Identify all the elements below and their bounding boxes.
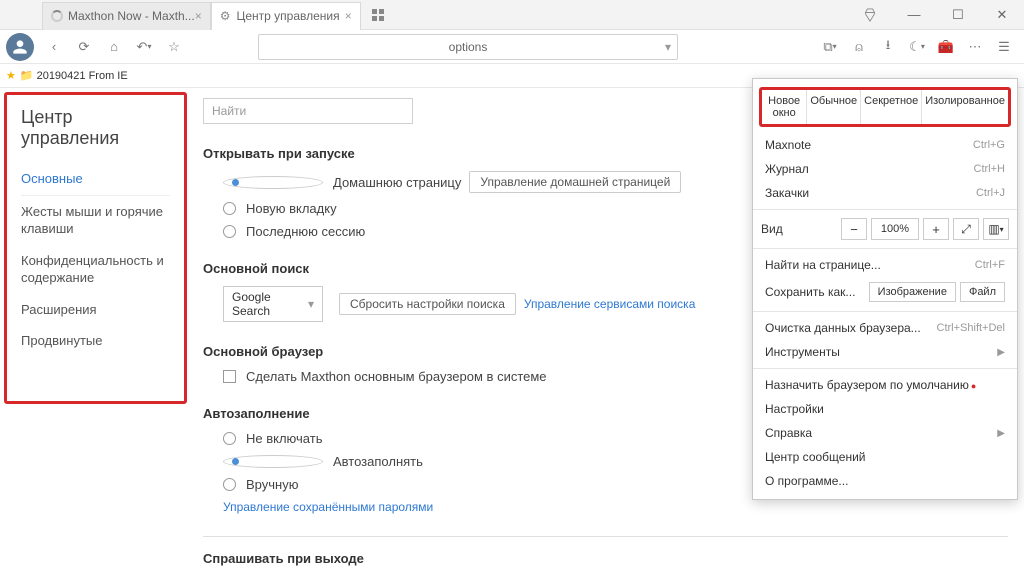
tab-label: Центр управления (237, 9, 340, 23)
zoom-out-button[interactable]: − (841, 218, 867, 240)
menu-default-browser[interactable]: Назначить браузером по умолчанию● (753, 373, 1017, 397)
zoom-in-button[interactable]: + (923, 218, 949, 240)
address-text: options (449, 40, 488, 54)
page-title: Центр управления (21, 107, 170, 149)
close-icon[interactable]: × (345, 9, 352, 23)
new-window-private[interactable]: Секретное (861, 90, 922, 124)
loading-spinner-icon (51, 10, 63, 22)
minimize-button[interactable]: — (892, 0, 936, 30)
fullscreen-button[interactable]: ⤢ (953, 218, 979, 240)
undo-button[interactable]: ↶▾ (130, 33, 158, 61)
sidebar-item-general[interactable]: Основные (21, 163, 170, 195)
search-engine-select[interactable]: Google Search▾ (223, 286, 323, 322)
new-window-group: Новое окно Обычное Секретное Изолированн… (759, 87, 1011, 127)
menu-view-zoom: Вид − 100% + ⤢ ▥▾ (753, 214, 1017, 244)
dropdown-icon[interactable]: ▾ (665, 40, 671, 54)
saveas-image-button[interactable]: Изображение (869, 282, 956, 302)
new-window-button[interactable]: Новое окно (762, 90, 807, 124)
menu-help[interactable]: Справка▶ (753, 421, 1017, 445)
new-window-normal[interactable]: Обычное (807, 90, 861, 124)
manage-search-link[interactable]: Управление сервисами поиска (524, 297, 696, 311)
saveas-file-button[interactable]: Файл (960, 282, 1005, 302)
sidebar-item-privacy[interactable]: Конфиденциальность и содержание (21, 245, 170, 294)
layout-button[interactable]: ▥▾ (983, 218, 1009, 240)
reload-button[interactable]: ⟳ (70, 33, 98, 61)
account-icon[interactable] (848, 0, 892, 30)
avatar[interactable] (6, 33, 34, 61)
menu-clear-data[interactable]: Очистка данных браузера...Ctrl+Shift+Del (753, 316, 1017, 340)
star-icon: ★ (6, 69, 16, 82)
settings-sidebar: Центр управления Основные Жесты мыши и г… (4, 92, 187, 404)
menu-message-center[interactable]: Центр сообщений (753, 445, 1017, 469)
tab-maxthon-now[interactable]: Maxthon Now - Maxth... × (42, 2, 211, 30)
sidebar-item-advanced[interactable]: Продвинутые (21, 325, 170, 357)
sidebar-item-gestures[interactable]: Жесты мыши и горячие клавиши (21, 196, 170, 245)
menu-settings[interactable]: Настройки (753, 397, 1017, 421)
folder-icon: 📁 (20, 69, 34, 82)
menu-about[interactable]: О программе... (753, 469, 1017, 493)
menu-find[interactable]: Найти на странице...Ctrl+F (753, 253, 1017, 277)
new-tab-button[interactable] (365, 2, 391, 28)
menu-history[interactable]: ЖурналCtrl+H (753, 157, 1017, 181)
menu-button[interactable]: ☰ (990, 33, 1018, 61)
new-window-isolated[interactable]: Изолированное (922, 90, 1008, 124)
menu-maxnote[interactable]: MaxnoteCtrl+G (753, 133, 1017, 157)
download-button[interactable]: ⭳ (874, 33, 902, 61)
menu-saveas[interactable]: Сохранить как... Изображение Файл (753, 277, 1017, 307)
menu-downloads[interactable]: ЗакачкиCtrl+J (753, 181, 1017, 205)
reader-button[interactable]: ⍝ (845, 33, 873, 61)
main-menu: Новое окно Обычное Секретное Изолированн… (752, 78, 1018, 500)
close-icon[interactable]: × (195, 9, 202, 23)
settings-search[interactable]: Найти (203, 98, 413, 124)
reset-search-button[interactable]: Сбросить настройки поиска (339, 293, 516, 315)
home-button[interactable]: ⌂ (100, 33, 128, 61)
more-button[interactable]: ⋯ (961, 33, 989, 61)
screenshot-button[interactable]: ⧉▾ (816, 33, 844, 61)
tab-label: Maxthon Now - Maxth... (68, 9, 195, 23)
address-bar[interactable]: options ▾ (258, 34, 678, 60)
back-button[interactable]: ‹ (40, 33, 68, 61)
manage-passwords-link[interactable]: Управление сохранёнными паролями (223, 500, 433, 514)
maximize-button[interactable]: ☐ (936, 0, 980, 30)
manage-homepage-button[interactable]: Управление домашней страницей (469, 171, 681, 193)
tab-control-center[interactable]: ⚙ Центр управления × (211, 2, 361, 30)
nightmode-button[interactable]: ☾▾ (903, 33, 931, 61)
section-title-onexit: Спрашивать при выходе (203, 551, 1008, 566)
favorite-button[interactable]: ☆ (160, 33, 188, 61)
close-button[interactable]: ✕ (980, 0, 1024, 30)
bookmark-folder[interactable]: 20190421 From IE (37, 70, 128, 82)
menu-tools[interactable]: Инструменты▶ (753, 340, 1017, 364)
gear-icon: ⚙ (220, 9, 231, 23)
zoom-value: 100% (871, 218, 919, 240)
sidebar-item-extensions[interactable]: Расширения (21, 294, 170, 326)
toolbox-button[interactable]: 🧰 (932, 33, 960, 61)
